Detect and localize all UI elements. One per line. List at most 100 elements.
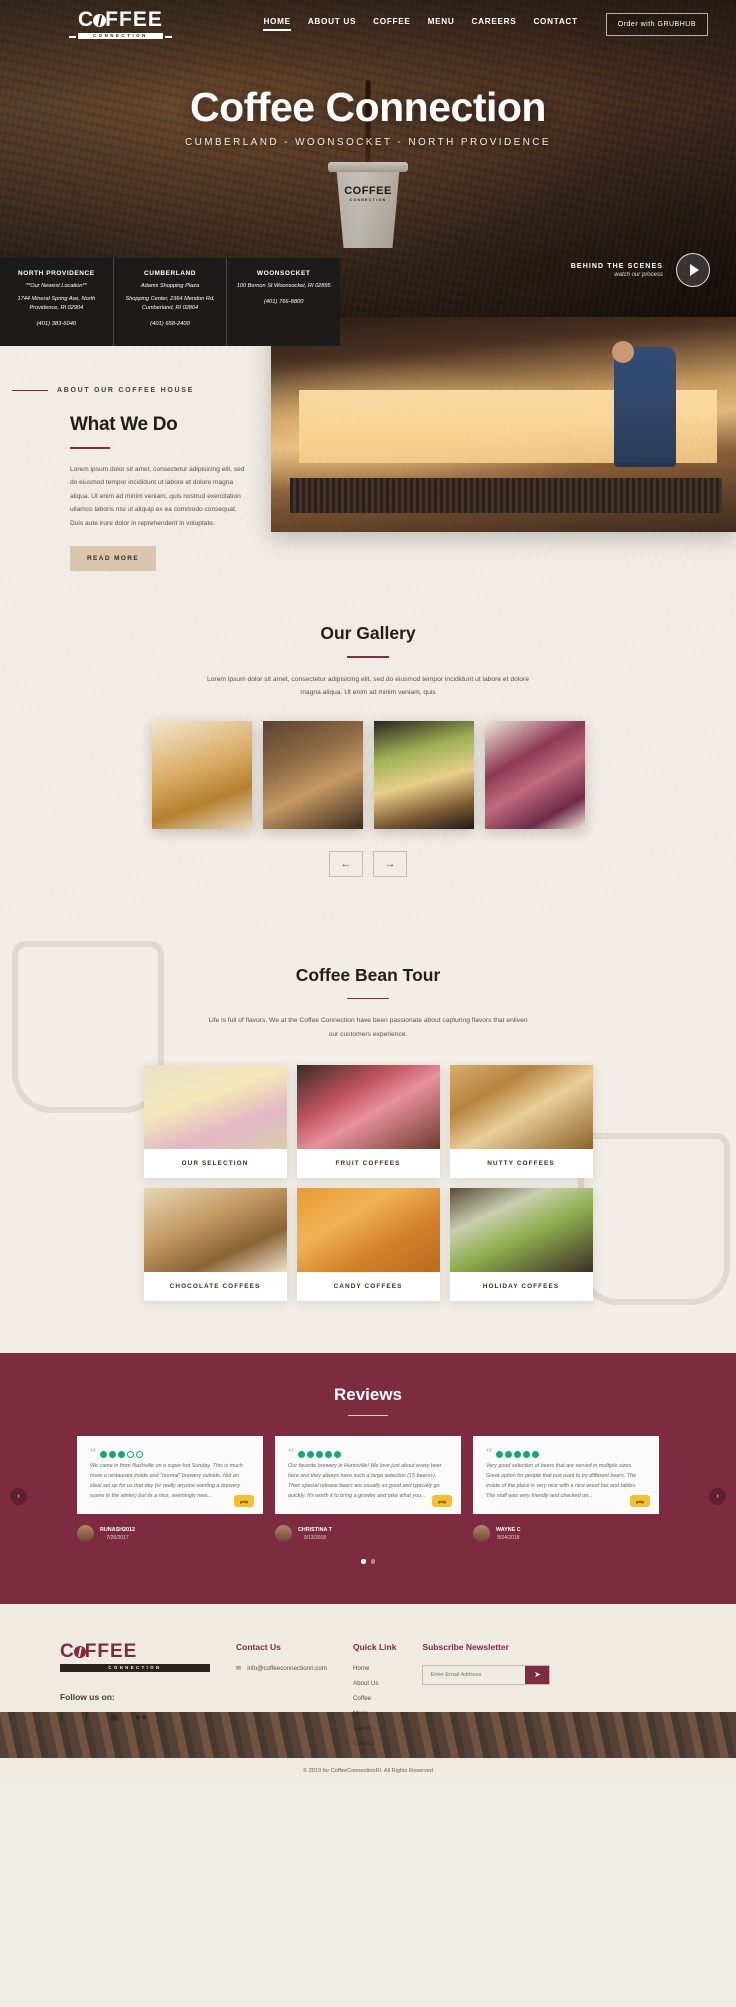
tour-card-candy-coffees[interactable]: CANDY COFFEES	[296, 1187, 440, 1301]
nav-item-coffee[interactable]: COFFEE	[373, 17, 410, 31]
tour-card-label: OUR SELECTION	[181, 1159, 249, 1167]
gallery-divider	[347, 656, 389, 658]
yelp-badge-icon: yelp	[432, 1495, 452, 1508]
star-icon	[325, 1451, 333, 1459]
nav-item-contact[interactable]: CONTACT	[533, 17, 577, 31]
rating-stars	[298, 1451, 342, 1459]
play-video-button[interactable]	[676, 253, 710, 287]
coffee-bean-icon	[93, 14, 107, 27]
tour-card-label: NUTTY COFFEES	[487, 1159, 555, 1167]
nav-links: HOME ABOUT US COFFEE MENU CAREERS CONTAC…	[263, 12, 708, 36]
tour-card-fruit-coffees[interactable]: FRUIT COFFEES	[296, 1064, 440, 1178]
newsletter-submit-button[interactable]: ➤	[525, 1665, 550, 1684]
contact-us-heading: Contact Us	[236, 1641, 281, 1652]
coffee-bean-icon	[73, 1645, 86, 1658]
copyright-bar: © 2019 for CoffeeConnectionRI. All Right…	[0, 1757, 736, 1784]
main-navigation: C FFEE CONNECTION HOME ABOUT US COFFEE ME…	[0, 0, 736, 40]
reviewer-info: RUNASH2012 7/26/2017	[77, 1525, 263, 1543]
location-phone[interactable]: (401) 383-6040	[7, 321, 106, 327]
logo-tagline: CONNECTION	[69, 33, 172, 40]
avatar	[77, 1525, 94, 1543]
star-icon	[505, 1451, 513, 1459]
pagination-dot[interactable]	[361, 1559, 366, 1564]
tour-card-label: FRUIT COFFEES	[335, 1159, 401, 1167]
location-name: CUMBERLAND	[143, 270, 197, 277]
behind-the-scenes[interactable]: BEHIND THE SCENES watch our process	[571, 253, 710, 287]
quicklink-home[interactable]: Home	[353, 1665, 396, 1672]
location-phone[interactable]: (401) 658-2400	[121, 321, 220, 327]
avatar	[473, 1525, 490, 1543]
gallery-image[interactable]	[151, 720, 252, 829]
about-eyebrow: ABOUT OUR COFFEE HOUSE	[12, 387, 270, 394]
newsletter-email-input[interactable]	[423, 1665, 526, 1684]
reviews-divider	[348, 1414, 388, 1417]
tour-card-label: CANDY COFFEES	[333, 1282, 403, 1290]
reviewer-info: CHRISTINA T 9/13/2018	[275, 1525, 461, 1543]
review-header: “	[486, 1447, 646, 1461]
location-card-cumberland[interactable]: CUMBERLAND Adams Shopping Plaza Shopping…	[114, 258, 228, 346]
quicklink-coffee[interactable]: Coffee	[353, 1695, 396, 1702]
contact-email-row[interactable]: ✉ info@coffeeconnectionri.com	[236, 1665, 327, 1672]
nav-item-careers[interactable]: CAREERS	[472, 17, 517, 31]
gallery-image[interactable]	[373, 720, 474, 829]
quicklink-about-us[interactable]: About Us	[353, 1680, 396, 1687]
location-note: **Our Newest Location**	[25, 283, 87, 289]
location-card-woonsocket[interactable]: WOONSOCKET 100 Bernon St Woonsocket, RI …	[227, 258, 340, 346]
behind-title: BEHIND THE SCENES	[570, 262, 663, 270]
hero-copy: Coffee Connection CUMBERLAND - WOONSOCKE…	[0, 84, 736, 148]
tour-card-chocolate-coffees[interactable]: CHOCOLATE COFFEES	[143, 1187, 287, 1301]
reviews-next-arrow-icon[interactable]: ›	[709, 1488, 726, 1506]
tour-card-nutty-coffees[interactable]: NUTTY COFFEES	[449, 1064, 593, 1178]
location-phone[interactable]: (401) 766-8800	[234, 299, 333, 305]
quote-icon: “	[288, 1446, 295, 1462]
pagination-dot[interactable]	[370, 1559, 375, 1564]
about-heading: What We Do	[70, 414, 178, 435]
gallery-next-arrow-icon[interactable]: →	[373, 850, 407, 877]
nav-item-home[interactable]: HOME	[263, 17, 292, 32]
reviews-section: Reviews ‹ “ We came in from Nashville on…	[0, 1352, 736, 1604]
eyebrow-line	[12, 389, 48, 392]
tour-card-image	[143, 1064, 287, 1149]
gallery-image-row	[0, 720, 736, 829]
nav-item-menu[interactable]: MENU	[428, 17, 455, 31]
review-card: “ Very good selection of beers that are …	[473, 1436, 659, 1515]
envelope-icon: ✉	[236, 1664, 242, 1672]
reviewer-name: CHRISTINA T	[298, 1526, 332, 1533]
nav-item-about-us[interactable]: ABOUT US	[308, 17, 356, 31]
read-more-button[interactable]: READ MORE	[70, 546, 156, 572]
gallery-image[interactable]	[262, 720, 363, 829]
star-icon	[118, 1451, 126, 1459]
tour-divider	[347, 997, 389, 1000]
tour-heading: Coffee Bean Tour	[295, 964, 441, 985]
gallery-prev-arrow-icon[interactable]: ←	[329, 850, 363, 877]
location-card-north-providence[interactable]: NORTH PROVIDENCE **Our Newest Location**…	[0, 258, 114, 346]
hero-subtitle: CUMBERLAND - WOONSOCKET - NORTH PROVIDEN…	[184, 137, 551, 149]
tour-card-image	[296, 1187, 440, 1272]
reviews-carousel: ‹ “ We came in from Nashville on a super…	[0, 1436, 736, 1543]
logo-wordmark: C FFEE	[78, 8, 163, 31]
tour-card-our-selection[interactable]: OUR SELECTION	[143, 1064, 287, 1178]
location-address: Shopping Center, 2364 Mendon Rd, Cumberl…	[125, 296, 215, 312]
coffee-bean-tour-section: Coffee Bean Tour Life is full of flavors…	[0, 922, 736, 1353]
yelp-badge-icon: yelp	[630, 1495, 650, 1508]
reviews-prev-arrow-icon[interactable]: ‹	[10, 1488, 27, 1506]
staff-person	[613, 347, 676, 468]
site-logo[interactable]: C FFEE CONNECTION	[69, 8, 172, 40]
tour-card-label: CHOCOLATE COFFEES	[169, 1282, 261, 1290]
reviewer-name: WAYNE C	[496, 1526, 521, 1533]
yelp-badge-label: yelp	[239, 1498, 248, 1504]
reviews-heading: Reviews	[333, 1384, 403, 1404]
avatar	[275, 1525, 292, 1543]
star-icon	[334, 1451, 342, 1459]
about-text-column: ABOUT OUR COFFEE HOUSE What We Do Lorem …	[0, 387, 270, 572]
tour-card-holiday-coffees[interactable]: HOLIDAY COFFEES	[449, 1187, 593, 1301]
gallery-navigation: ← →	[0, 850, 736, 877]
star-icon	[127, 1451, 135, 1459]
star-icon	[109, 1451, 117, 1459]
order-grubhub-button[interactable]: Order with GRUBHUB	[605, 12, 708, 36]
copyright-text: © 2019 for CoffeeConnectionRI. All Right…	[303, 1767, 433, 1774]
yelp-badge-label: yelp	[437, 1498, 446, 1504]
gallery-image[interactable]	[484, 720, 585, 829]
about-eyebrow-label: ABOUT OUR COFFEE HOUSE	[57, 387, 194, 394]
reviews-pagination-dots	[0, 1559, 736, 1564]
